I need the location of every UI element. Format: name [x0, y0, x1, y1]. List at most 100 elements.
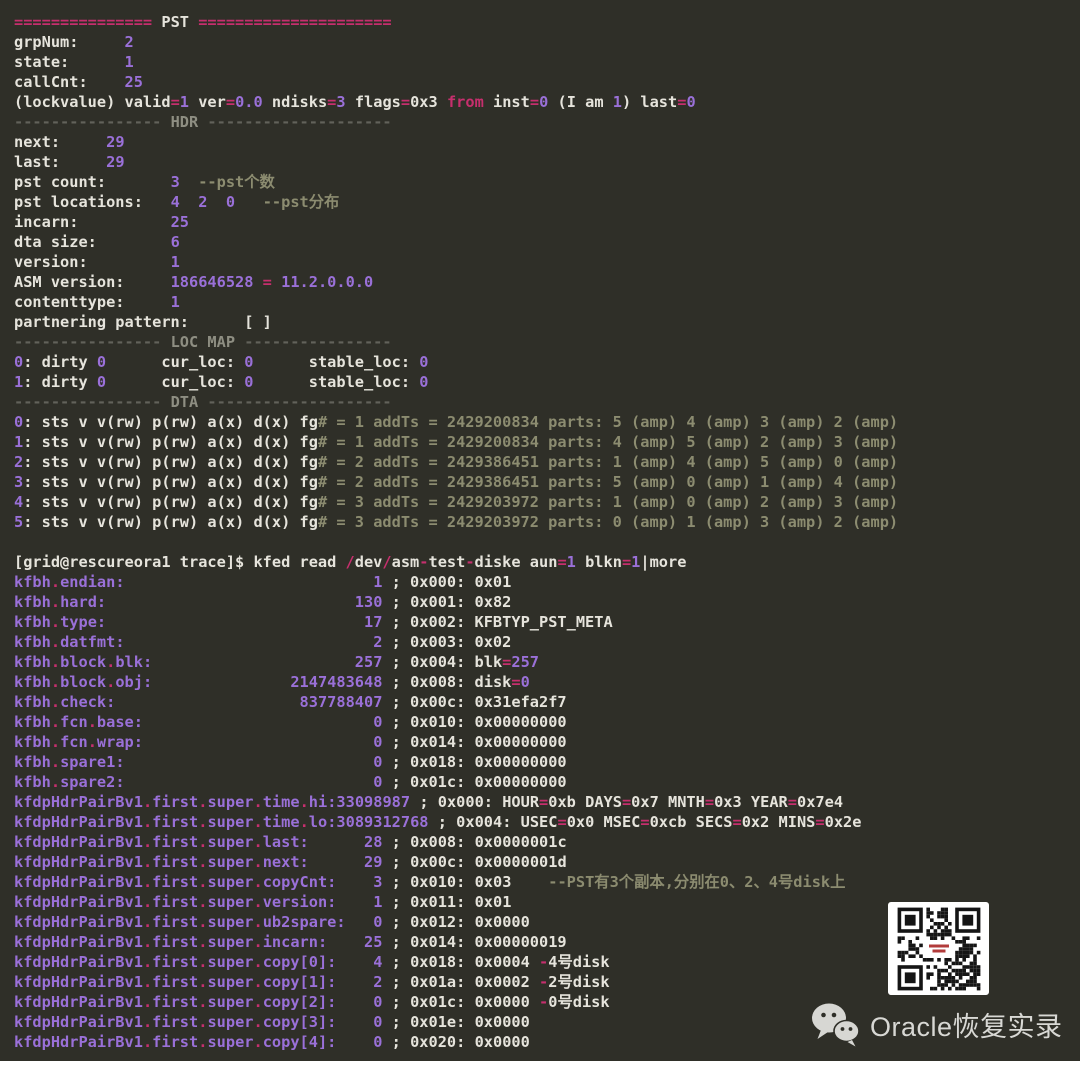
- text-run: =: [621, 793, 632, 811]
- value-pad: [106, 593, 355, 611]
- terminal-line-incarn: incarn: 25: [14, 212, 1080, 232]
- name-dot: .: [253, 813, 263, 831]
- field-value: 837788407: [299, 693, 383, 711]
- text-run: : dirty: [23, 373, 97, 391]
- name-dot: .: [253, 973, 263, 991]
- text-run: : sts v v(rw) p(rw) a(x) d(x) fg: [23, 473, 318, 491]
- field-value: 3089312768: [336, 813, 429, 831]
- name-dot: .: [142, 993, 153, 1011]
- text-run: ; 0x008: 0x0000001c: [382, 833, 567, 851]
- value-pad: [336, 993, 373, 1011]
- name-dot: .: [253, 953, 263, 971]
- name-dot: .: [50, 593, 61, 611]
- value-pad: [327, 933, 364, 951]
- text-run: =: [640, 813, 650, 831]
- field-name: block: [60, 653, 107, 671]
- text-run: 0xb DAYS: [548, 793, 622, 811]
- field-name: kfbh: [14, 773, 51, 791]
- field-name: super: [207, 873, 254, 891]
- text-run: 29: [106, 133, 125, 151]
- terminal-line-pst-locations: pst locations: 4 2 0 --pst分布: [14, 192, 1080, 212]
- value-pad: [125, 773, 374, 791]
- field-name: spare2:: [60, 773, 125, 791]
- terminal-line-callcnt: callCnt: 25: [14, 72, 1080, 92]
- text-run: 3: [336, 93, 346, 111]
- name-dot: .: [142, 813, 153, 831]
- field-name: super: [207, 933, 254, 951]
- terminal-line-last: last: 29: [14, 152, 1080, 172]
- field-value: 28: [364, 833, 383, 851]
- text-run: pst locations:: [14, 193, 171, 211]
- field-name: wrap:: [96, 733, 143, 751]
- field-name: first: [152, 873, 199, 891]
- text-run: contenttype:: [14, 293, 171, 311]
- field-name: fcn: [60, 713, 88, 731]
- text-run: 0: [686, 93, 696, 111]
- field-name: check:: [60, 693, 116, 711]
- text-run: 0: [14, 353, 24, 371]
- text-run: 0: [244, 353, 254, 371]
- text-run: incarn:: [14, 213, 171, 231]
- field-name: copy[4]:: [262, 1033, 337, 1051]
- name-dot: .: [253, 1013, 263, 1031]
- text-run: blkn: [575, 553, 622, 571]
- field-name: first: [152, 833, 199, 851]
- text-run: ; 0x010: 0x00000000: [382, 713, 567, 731]
- text-run: =: [529, 93, 540, 111]
- field-name: first: [152, 853, 199, 871]
- terminal-line-dta-divider: ---------------- DTA -------------------…: [14, 392, 1080, 412]
- text-run: ; 0x018: 0x0004: [382, 953, 540, 971]
- text-run: 1: [124, 53, 134, 71]
- terminal-line-dta-1: 1: sts v v(rw) p(rw) a(x) d(x) fg# = 1 a…: [14, 432, 1080, 452]
- value-pad: [106, 613, 364, 631]
- name-dot: .: [142, 893, 153, 911]
- terminal-line-locmap-0: 0: dirty 0 cur_loc: 0 stable_loc: 0: [14, 352, 1080, 372]
- value-pad: [143, 713, 373, 731]
- text-run: partnering pattern: [ ]: [14, 313, 272, 331]
- field-name: copy[0]:: [262, 953, 337, 971]
- text-run: state:: [14, 53, 125, 71]
- field-name: kfdpHdrPairBv1: [14, 893, 143, 911]
- name-dot: .: [50, 753, 61, 771]
- text-run: --------------------: [207, 113, 392, 131]
- terminal-line-dta-4: 4: sts v v(rw) p(rw) a(x) d(x) fg# = 3 a…: [14, 492, 1080, 512]
- name-dot: .: [253, 873, 263, 891]
- text-run: flags: [345, 93, 401, 111]
- text-run: PST: [152, 13, 199, 31]
- text-run: ; 0x018: 0x00000000: [382, 753, 567, 771]
- text-run: stable_loc:: [253, 373, 420, 391]
- terminal-line-command-prompt: [grid@rescureora1 trace]$ kfed read /dev…: [14, 552, 1080, 572]
- text-run: =====================: [198, 13, 392, 31]
- name-dot: .: [50, 713, 61, 731]
- terminal-line-locmap-1: 1: dirty 0 cur_loc: 0 stable_loc: 0: [14, 372, 1080, 392]
- text-run: : sts v v(rw) p(rw) a(x) d(x) fg: [23, 513, 318, 531]
- terminal-line-kfbh-spare1: kfbh.spare1: 0 ; 0x018: 0x00000000: [14, 752, 1080, 772]
- text-run: ASM version:: [14, 273, 171, 291]
- name-dot: .: [142, 873, 153, 891]
- field-name: kfbh: [14, 633, 51, 651]
- text-run: =: [170, 93, 180, 111]
- text-run: =: [262, 273, 272, 291]
- terminal-line-kfbh-fcn-base: kfbh.fcn.base: 0 ; 0x010: 0x00000000: [14, 712, 1080, 732]
- field-name: datfmt:: [60, 633, 125, 651]
- field-name: kfdpHdrPairBv1: [14, 873, 143, 891]
- text-run: ----------------: [14, 113, 162, 131]
- text-run: : sts v v(rw) p(rw) a(x) d(x) fg: [23, 453, 318, 471]
- text-run: 2号disk: [548, 973, 610, 991]
- text-run: : dirty: [23, 353, 97, 371]
- field-name: block: [60, 673, 107, 691]
- terminal-line-contenttype: contenttype: 1: [14, 292, 1080, 312]
- terminal-line-lockvalue: (lockvalue) valid=1 ver=0.0 ndisks=3 fla…: [14, 92, 1080, 112]
- name-dot: .: [50, 653, 61, 671]
- text-run: 6: [170, 233, 180, 251]
- text-run: ----------------: [244, 333, 392, 351]
- name-dot: .: [50, 673, 61, 691]
- text-run: =: [502, 653, 512, 671]
- value-pad: [336, 953, 373, 971]
- value-pad: [115, 693, 299, 711]
- field-name: kfdpHdrPairBv1: [14, 993, 143, 1011]
- text-run: 1: [170, 253, 180, 271]
- terminal-line-dta-size: dta size: 6: [14, 232, 1080, 252]
- text-run: 1: [566, 553, 576, 571]
- terminal-line-kfbh-check: kfbh.check: 837788407 ; 0x00c: 0x31efa2f…: [14, 692, 1080, 712]
